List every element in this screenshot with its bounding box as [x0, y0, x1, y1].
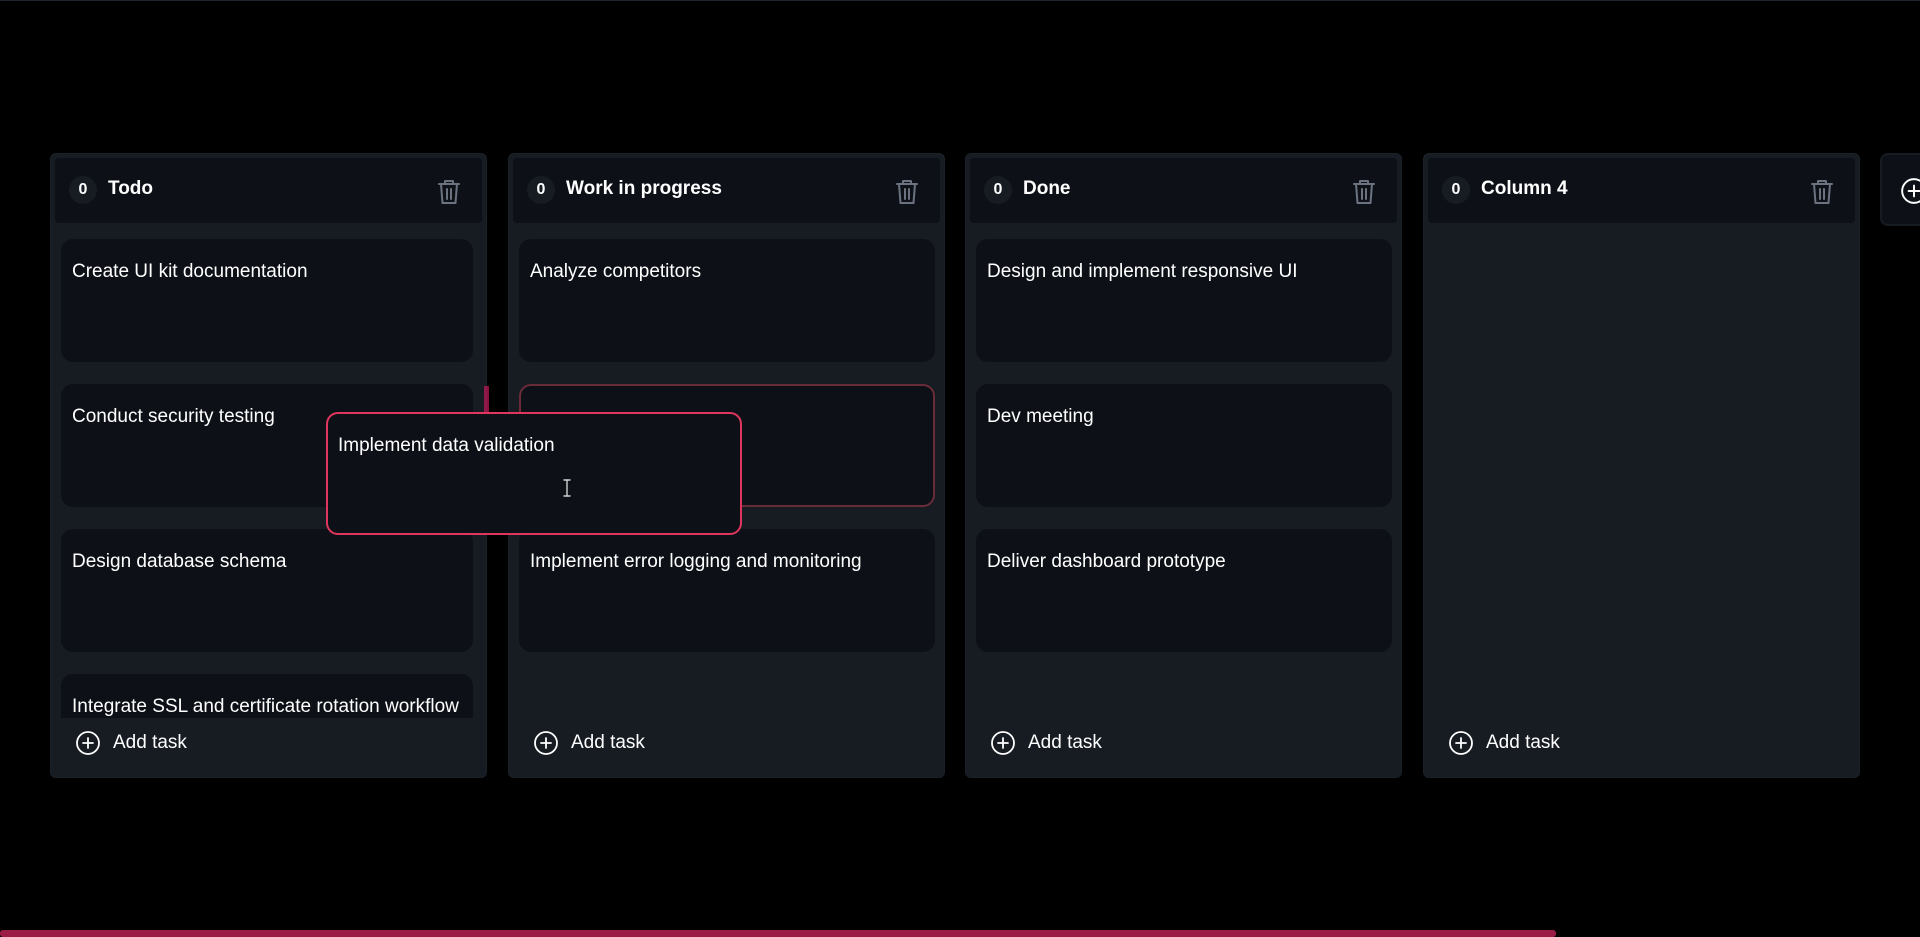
text-cursor-icon — [563, 479, 571, 497]
trash-icon — [1811, 180, 1833, 204]
task-card[interactable]: Dev meeting — [976, 384, 1392, 507]
scrollbar-thumb[interactable] — [0, 930, 1556, 937]
column-title[interactable]: Todo — [108, 178, 153, 200]
add-task-label: Add task — [113, 732, 187, 753]
add-task-label: Add task — [1486, 732, 1560, 753]
add-task-button[interactable]: Add task — [1448, 728, 1560, 758]
trash-icon — [896, 180, 918, 204]
task-card-text: Integrate SSL and certificate rotation w… — [72, 696, 459, 717]
task-card[interactable]: Create UI kit documentation — [61, 239, 473, 362]
dragging-task-card[interactable]: Implement data validation — [326, 412, 742, 535]
trash-icon — [438, 180, 460, 204]
trash-icon — [1353, 180, 1375, 204]
column-header[interactable]: 0 Done — [970, 158, 1397, 223]
plus-circle-icon — [1901, 178, 1920, 204]
add-task-label: Add task — [1028, 732, 1102, 753]
add-task-label: Add task — [571, 732, 645, 753]
delete-column-button[interactable] — [1351, 178, 1377, 206]
delete-column-button[interactable] — [894, 178, 920, 206]
delete-column-button[interactable] — [436, 178, 462, 206]
horizontal-scrollbar[interactable] — [0, 928, 1920, 937]
column-header[interactable]: 0 Column 4 — [1428, 158, 1855, 223]
plus-circle-icon — [991, 731, 1015, 755]
task-card[interactable]: Integrate SSL and certificate rotation w… — [61, 674, 473, 718]
task-count-badge: 0 — [69, 176, 97, 204]
add-task-button[interactable]: Add task — [75, 728, 187, 758]
task-count-badge: 0 — [527, 176, 555, 204]
column-title[interactable]: Work in progress — [566, 178, 722, 200]
task-card[interactable]: Deliver dashboard prototype — [976, 529, 1392, 652]
column-header[interactable]: 0 Todo — [55, 158, 482, 223]
plus-circle-icon — [76, 731, 100, 755]
plus-circle-icon — [534, 731, 558, 755]
task-count-badge: 0 — [1442, 176, 1470, 204]
task-count-badge: 0 — [984, 176, 1012, 204]
add-task-button[interactable]: Add task — [990, 728, 1102, 758]
task-card[interactable]: Analyze competitors — [519, 239, 935, 362]
column-title[interactable]: Column 4 — [1481, 178, 1568, 200]
column-title[interactable]: Done — [1023, 178, 1071, 200]
column-done: 0 Done Design and implement responsive U… — [965, 153, 1402, 778]
task-card[interactable]: Design database schema — [61, 529, 473, 652]
delete-column-button[interactable] — [1809, 178, 1835, 206]
kanban-page: 0 Todo Create UI kit documentation Condu… — [0, 0, 1920, 937]
plus-circle-icon — [1449, 731, 1473, 755]
column-4: 0 Column 4 Add task — [1423, 153, 1860, 778]
column-header[interactable]: 0 Work in progress — [513, 158, 940, 223]
add-task-button[interactable]: Add task — [533, 728, 645, 758]
add-column-button[interactable] — [1880, 153, 1920, 226]
task-card[interactable]: Design and implement responsive UI — [976, 239, 1392, 362]
task-card[interactable]: Implement error logging and monitoring — [519, 529, 935, 652]
